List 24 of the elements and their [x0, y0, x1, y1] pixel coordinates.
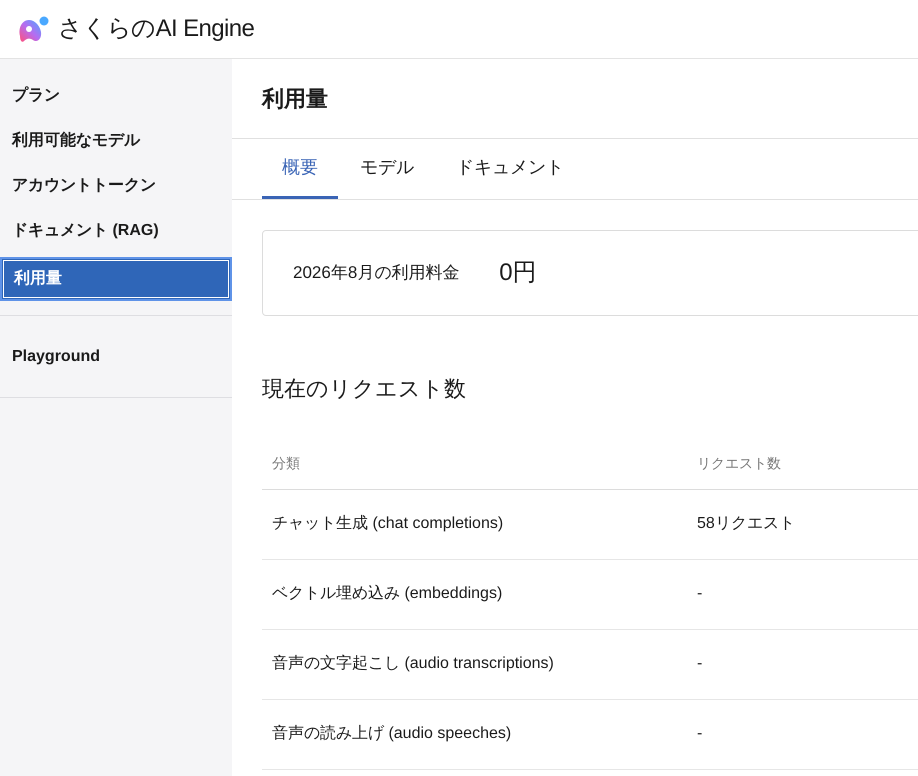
column-header: 分類: [272, 454, 300, 471]
table-cell: 音声の文字起こし (audio transcriptions): [272, 655, 554, 672]
table-cell: -: [697, 725, 702, 742]
table-cell: 58リクエスト: [697, 515, 795, 532]
billing-amount: 0円: [499, 258, 537, 288]
column-header: リクエスト数: [697, 454, 781, 471]
brand-name: さくらのAI Engine: [58, 14, 254, 44]
sidebar-item[interactable]: 利用量: [0, 257, 232, 301]
tab[interactable]: モデル: [340, 139, 434, 199]
sidebar-item[interactable]: プラン: [0, 73, 232, 118]
table-cell: -: [697, 655, 702, 672]
section-title: 現在のリクエスト数: [262, 375, 467, 403]
sidebar-item[interactable]: 利用可能なモデル: [0, 118, 232, 163]
tab[interactable]: ドキュメント: [436, 139, 584, 199]
sidebar-item[interactable]: Playground: [0, 334, 232, 379]
table-cell: チャット生成 (chat completions): [272, 515, 504, 532]
tab[interactable]: 概要: [262, 139, 338, 199]
table-cell: ベクトル埋め込み (embeddings): [272, 585, 502, 602]
billing-label: 2026年8月の利用料金: [293, 262, 460, 284]
table-cell: 音声の読み上げ (audio speeches): [272, 725, 512, 742]
sidebar-item[interactable]: アカウントトークン: [0, 163, 232, 208]
page-title: 利用量: [262, 85, 328, 113]
table-cell: -: [697, 585, 702, 602]
sidebar-item[interactable]: ドキュメント (RAG): [0, 208, 232, 253]
